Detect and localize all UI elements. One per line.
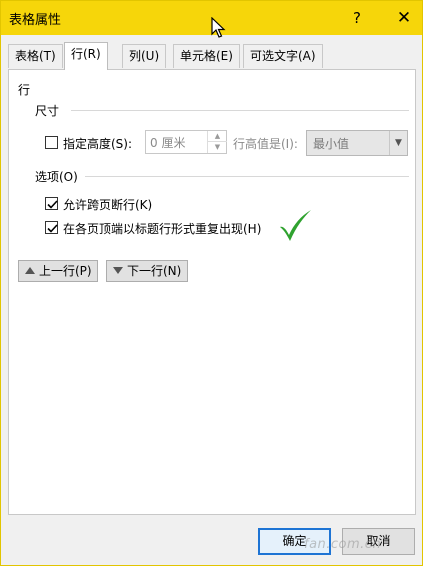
height-mode-select[interactable]: 最小值 ▼ bbox=[306, 130, 408, 156]
previous-row-label: 上一行(P) bbox=[39, 264, 92, 278]
spin-down-icon[interactable]: ▼ bbox=[208, 142, 227, 153]
triangle-down-icon bbox=[113, 267, 123, 274]
repeat-header-label: 在各页顶端以标题行形式重复出现(H) bbox=[63, 222, 262, 236]
checkbox-check-icon bbox=[47, 224, 58, 233]
row-heading: 行 bbox=[18, 83, 31, 97]
green-checkmark-icon bbox=[280, 210, 311, 241]
dialog-title: 表格属性 bbox=[9, 13, 62, 28]
next-row-label: 下一行(N) bbox=[127, 264, 182, 278]
spin-up-icon[interactable]: ▲ bbox=[208, 131, 227, 142]
size-section-label: 尺寸 bbox=[35, 104, 60, 118]
allow-row-break-checkbox[interactable] bbox=[45, 197, 58, 210]
triangle-up-icon bbox=[25, 267, 35, 274]
close-button[interactable]: ✕ bbox=[391, 7, 417, 29]
tab-alt-text[interactable]: 可选文字(A) bbox=[243, 44, 323, 68]
specify-height-checkbox[interactable] bbox=[45, 136, 58, 149]
previous-row-button[interactable]: 上一行(P) bbox=[18, 260, 98, 282]
next-row-button[interactable]: 下一行(N) bbox=[106, 260, 188, 282]
checkbox-check-icon bbox=[47, 200, 58, 209]
tab-cell[interactable]: 单元格(E) bbox=[173, 44, 240, 68]
row-tab-panel: 行 尺寸 指定高度(S): 0 厘米 ▲ ▼ 行高值是(I): 最小值 ▼ 选项… bbox=[8, 69, 416, 515]
table-properties-dialog: 表格属性 ? ✕ 表格(T) 行(R) 列(U) 单元格(E) 可选文字(A) … bbox=[0, 0, 423, 566]
tab-table[interactable]: 表格(T) bbox=[8, 44, 63, 68]
allow-row-break-label: 允许跨页断行(K) bbox=[63, 198, 153, 212]
height-is-label: 行高值是(I): bbox=[233, 137, 298, 151]
tab-column[interactable]: 列(U) bbox=[122, 44, 167, 68]
help-button[interactable]: ? bbox=[344, 7, 370, 29]
chevron-down-icon[interactable]: ▼ bbox=[389, 131, 407, 155]
watermark: fan.com.cn bbox=[304, 537, 382, 552]
options-section-label: 选项(O) bbox=[35, 170, 78, 184]
mouse-cursor-icon bbox=[211, 17, 226, 38]
repeat-header-checkbox[interactable] bbox=[45, 221, 58, 234]
row-height-stepper[interactable]: ▲ ▼ bbox=[207, 131, 227, 153]
tab-row[interactable]: 行(R) bbox=[64, 42, 108, 70]
size-section-divider bbox=[71, 110, 409, 111]
options-section-divider bbox=[85, 176, 409, 177]
specify-height-label: 指定高度(S): bbox=[63, 137, 133, 151]
height-mode-value: 最小值 bbox=[313, 137, 350, 151]
